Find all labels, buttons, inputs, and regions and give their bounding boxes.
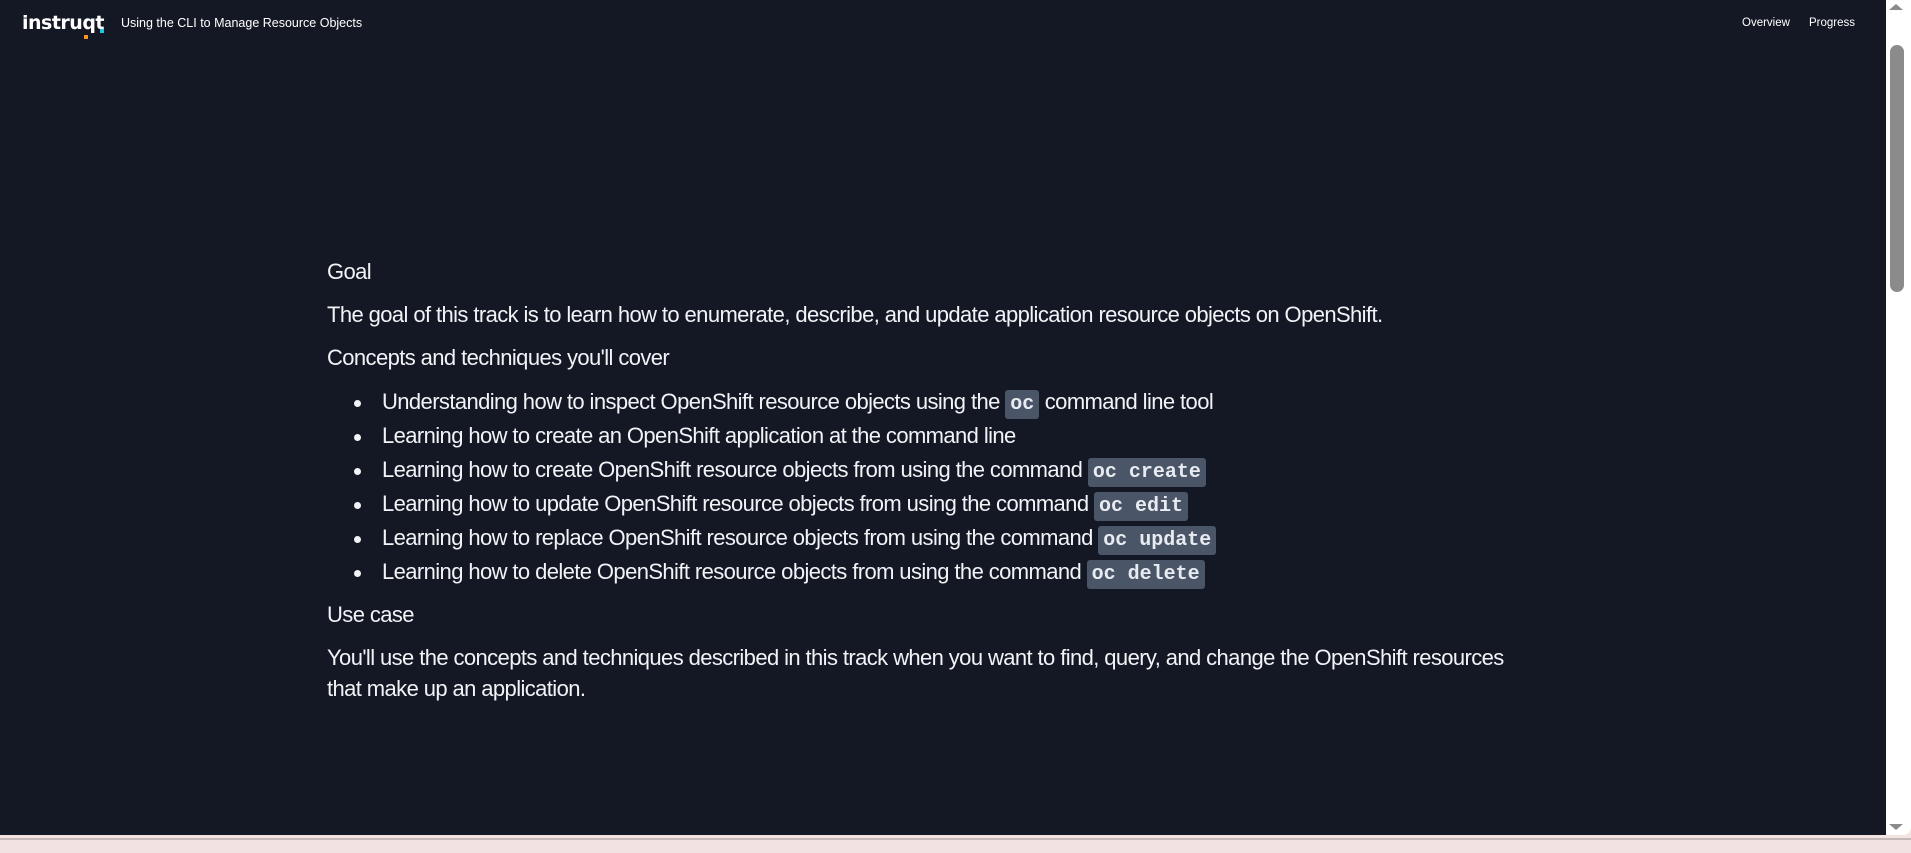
taskbar <box>0 838 1911 853</box>
item-text: Learning how to replace OpenShift resour… <box>382 525 1099 550</box>
inline-code: oc edit <box>1093 492 1188 521</box>
list-item: Learning how to create an OpenShift appl… <box>327 419 1527 453</box>
instruqt-logo[interactable]: instruqt <box>22 12 105 39</box>
track-title: Using the CLI to Manage Resource Objects <box>121 16 363 30</box>
concepts-heading: Concepts and techniques you'll cover <box>327 345 670 370</box>
inline-code: oc create <box>1087 458 1206 487</box>
scrollbar-thumb[interactable] <box>1890 45 1904 292</box>
page-viewport: instruqt Using the CLI to Manage Resourc… <box>0 0 1886 835</box>
nav-progress[interactable]: Progress <box>1809 17 1855 29</box>
list-item: Understanding how to inspect OpenShift r… <box>327 385 1527 419</box>
usecase-text: You'll use the concepts and techniques d… <box>327 645 1504 701</box>
nav-overview[interactable]: Overview <box>1742 17 1790 29</box>
item-text: Learning how to delete OpenShift resourc… <box>382 559 1087 584</box>
list-item: Learning how to create OpenShift resourc… <box>327 453 1527 487</box>
item-text-after: command line tool <box>1039 389 1214 414</box>
list-item: Learning how to replace OpenShift resour… <box>327 521 1527 555</box>
list-item: Learning how to delete OpenShift resourc… <box>327 555 1527 589</box>
list-item: Learning how to update OpenShift resourc… <box>327 487 1527 521</box>
goal-text: The goal of this track is to learn how t… <box>327 302 1383 327</box>
goal-heading: Goal <box>327 259 372 284</box>
scroll-down-arrow-icon[interactable] <box>1889 824 1903 830</box>
item-text: Learning how to create OpenShift resourc… <box>382 457 1088 482</box>
item-text: Understanding how to inspect OpenShift r… <box>382 389 1006 414</box>
concepts-list: Understanding how to inspect OpenShift r… <box>327 385 1527 589</box>
usecase-heading: Use case <box>327 602 415 627</box>
top-bar: instruqt Using the CLI to Manage Resourc… <box>0 0 1886 48</box>
inline-code: oc <box>1005 390 1040 419</box>
item-text: Learning how to update OpenShift resourc… <box>382 491 1094 516</box>
inline-code: oc update <box>1098 526 1217 555</box>
track-overview-content: Goal The goal of this track is to learn … <box>327 256 1527 716</box>
item-text: Learning how to create an OpenShift appl… <box>382 423 1016 448</box>
scroll-up-arrow-icon[interactable] <box>1889 4 1903 10</box>
vertical-scrollbar[interactable] <box>1886 0 1911 835</box>
inline-code: oc delete <box>1086 560 1205 589</box>
